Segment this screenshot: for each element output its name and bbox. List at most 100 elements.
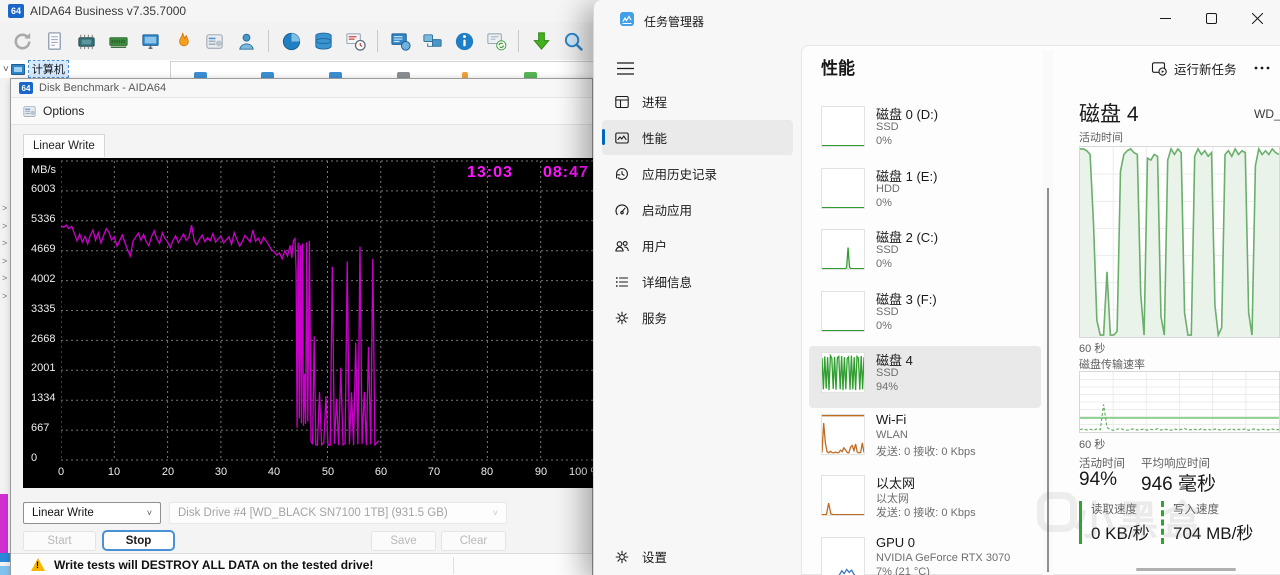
- disk-benchmark-titlebar[interactable]: 64 Disk Benchmark - AIDA64: [11, 79, 592, 98]
- test-type-select[interactable]: Linear Write ˅: [23, 502, 161, 524]
- chevron-down-icon[interactable]: ˅: [3, 64, 9, 75]
- sidebar-item-processes[interactable]: 进程: [602, 84, 793, 119]
- device-stat: 发送: 0 接收: 0 Kbps: [876, 445, 976, 458]
- device-list-item-disk0[interactable]: 磁盘 0 (D:) SSD 0%: [809, 100, 1041, 162]
- search-icon[interactable]: [560, 28, 586, 54]
- device-list-item-ethernet[interactable]: 以太网 以太网 发送: 0 接收: 0 Kbps: [809, 469, 1041, 531]
- sidebar-item-label: 进程: [642, 96, 668, 110]
- sidebar-item-label: 服务: [642, 312, 668, 326]
- sidebar-item-label: 性能: [642, 132, 668, 146]
- x-tick-label: 10: [107, 466, 121, 478]
- processes-icon: [614, 94, 630, 110]
- x-tick-label: 30: [214, 466, 228, 478]
- screen: 64 AIDA64 Business v7.35.7000 ˅ 计算机 > > …: [0, 0, 1280, 575]
- device-sparkline: [821, 106, 865, 147]
- device-sparkline: [821, 167, 865, 209]
- detail-disk-title: 磁盘 4: [1079, 103, 1139, 126]
- remote-monitor-icon[interactable]: [483, 28, 509, 54]
- tree-collapse-chevron[interactable]: >: [2, 256, 7, 266]
- warning-text: Write tests will DESTROY ALL DATA on the…: [54, 557, 374, 572]
- avg-response-stat-value: 946 毫秒: [1141, 474, 1216, 495]
- tree-item-label[interactable]: 计算机: [27, 60, 69, 78]
- transfer-chart-label: 磁盘传输速率: [1079, 359, 1145, 371]
- device-subtitle: HDD: [876, 182, 900, 195]
- benchmark-plot: MB/s 6003 5336 4669 4002 3335 2668 2001 1334 667 0…: [23, 158, 600, 488]
- tree-collapse-chevron[interactable]: >: [2, 291, 7, 301]
- sidebar-item-app-history[interactable]: 应用历史记录: [602, 156, 793, 191]
- minimize-button[interactable]: [1142, 0, 1188, 36]
- refresh-icon[interactable]: [9, 28, 35, 54]
- options-menu[interactable]: Options: [11, 98, 94, 124]
- sidebar-item-settings[interactable]: 设置: [602, 539, 793, 574]
- active-time-stat-value: 94%: [1079, 469, 1118, 490]
- write-speed-value: 704 MB/秒: [1173, 524, 1254, 543]
- gear-icon: [614, 549, 630, 565]
- x-tick-label: 60: [374, 466, 388, 478]
- flame-icon[interactable]: [169, 28, 195, 54]
- network-icon[interactable]: [419, 28, 445, 54]
- device-list-item-disk3[interactable]: 磁盘 3 (F:) SSD 0%: [809, 285, 1041, 347]
- x-tick-label: 0: [57, 466, 65, 478]
- report-monitor-icon[interactable]: [387, 28, 413, 54]
- toolbar-separator: [377, 30, 378, 52]
- memory-icon[interactable]: [105, 28, 131, 54]
- y-tick-label: 3335: [31, 303, 56, 315]
- device-stat: 发送: 0 接收: 0 Kbps: [876, 507, 976, 519]
- database-icon[interactable]: [310, 28, 336, 54]
- tree-collapse-chevron[interactable]: >: [2, 273, 7, 283]
- device-list-item-disk4[interactable]: 磁盘 4 SSD 94%: [809, 346, 1041, 408]
- device-list-item-disk1[interactable]: 磁盘 1 (E:) HDD 0%: [809, 162, 1041, 224]
- start-button[interactable]: Start: [23, 531, 96, 551]
- sidebar-item-users[interactable]: 用户: [602, 228, 793, 263]
- navigation-menu-button[interactable]: [608, 53, 642, 83]
- stop-button[interactable]: Stop: [102, 530, 175, 551]
- device-sparkline: [821, 536, 865, 575]
- device-sparkline: [821, 229, 865, 270]
- report-icon[interactable]: [41, 28, 67, 54]
- close-button[interactable]: [1234, 0, 1280, 36]
- chevron-down-icon: ˅: [146, 508, 152, 518]
- aida64-logo-icon: 64: [19, 82, 33, 94]
- sidebar-item-services[interactable]: 服务: [602, 300, 793, 335]
- save-button[interactable]: Save: [371, 531, 436, 551]
- clear-button[interactable]: Clear: [441, 531, 506, 551]
- user-icon[interactable]: [233, 28, 259, 54]
- sidebar-item-performance[interactable]: 性能: [602, 120, 793, 155]
- aida64-logo-icon: 64: [8, 4, 24, 18]
- tab-linear-write[interactable]: Linear Write: [23, 134, 105, 157]
- linear-write-chart: [61, 160, 594, 461]
- update-icon[interactable]: [528, 28, 554, 54]
- display-icon[interactable]: [137, 28, 163, 54]
- device-list-item-wifi[interactable]: Wi-Fi WLAN 发送: 0 接收: 0 Kbps: [809, 408, 1041, 470]
- page-title: 性能: [821, 59, 855, 78]
- tree-collapse-chevron[interactable]: >: [2, 203, 7, 213]
- device-stat: 7% (21 °C): [876, 565, 930, 575]
- activity-chart-label: 活动时间: [1079, 132, 1123, 144]
- benchmark-icon[interactable]: [342, 28, 368, 54]
- aida64-titlebar[interactable]: 64 AIDA64 Business v7.35.7000: [0, 0, 600, 22]
- sidebar-item-details[interactable]: 详细信息: [602, 264, 793, 299]
- task-manager-titlebar[interactable]: 任务管理器: [594, 0, 1280, 36]
- maximize-button[interactable]: [1188, 0, 1234, 36]
- horizontal-scrollbar[interactable]: [1136, 568, 1236, 571]
- y-tick-label: 2001: [31, 362, 56, 374]
- tree-collapse-chevron[interactable]: >: [2, 221, 7, 231]
- disk-icon[interactable]: [278, 28, 304, 54]
- list-scrollbar-thumb[interactable]: [1047, 188, 1049, 572]
- test-type-value: Linear Write: [32, 507, 94, 519]
- drive-select[interactable]: Disk Drive #4 [WD_BLACK SN7100 1TB] (931…: [169, 502, 507, 524]
- more-options-button[interactable]: [1250, 58, 1274, 78]
- sidebar-item-startup[interactable]: 启动应用: [602, 192, 793, 227]
- device-list-item-gpu0[interactable]: GPU 0 NVIDIA GeForce RTX 3070 7% (21 °C): [809, 531, 1041, 575]
- tree-collapse-chevron[interactable]: >: [2, 238, 7, 248]
- run-new-task-button[interactable]: 运行新任务: [1143, 55, 1245, 81]
- x-tick-label: 50: [321, 466, 335, 478]
- cpu-icon[interactable]: [73, 28, 99, 54]
- aida64-content-pane: [170, 61, 594, 78]
- info-icon[interactable]: [451, 28, 477, 54]
- device-list-item-disk2[interactable]: 磁盘 2 (C:) SSD 0%: [809, 223, 1041, 285]
- toolbar-separator: [268, 30, 269, 52]
- x-tick-label: 40: [267, 466, 281, 478]
- toolbar-separator: [518, 30, 519, 52]
- preferences-icon[interactable]: [201, 28, 227, 54]
